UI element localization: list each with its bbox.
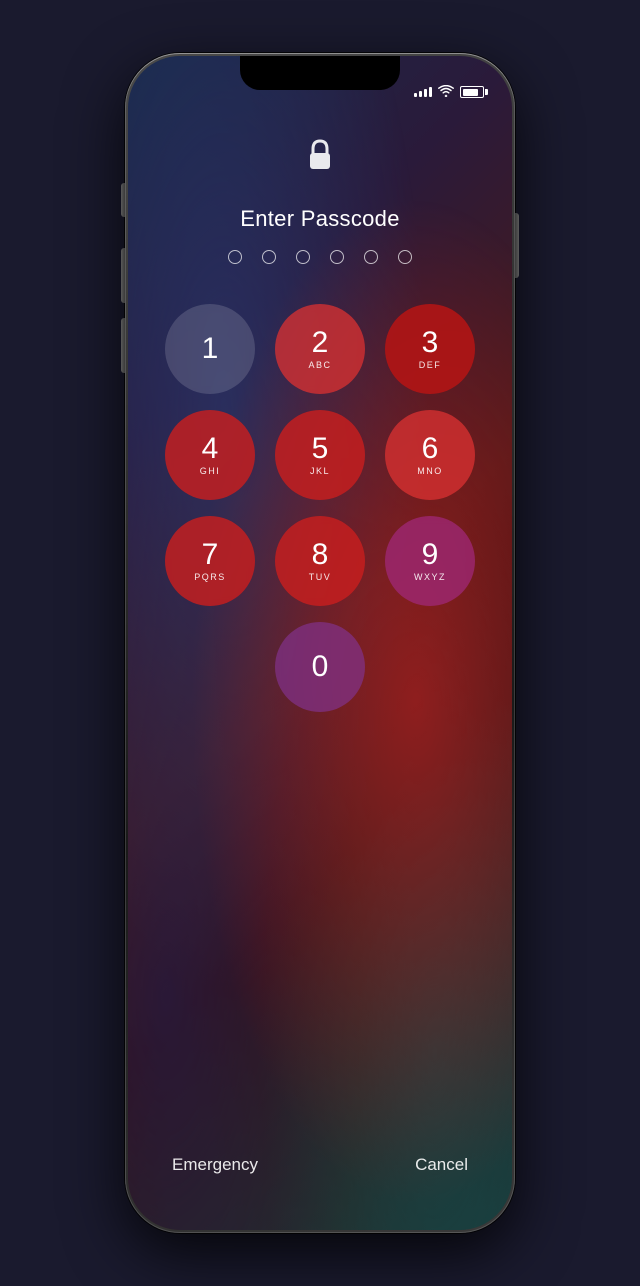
mute-button[interactable] bbox=[121, 183, 125, 217]
signal-icon bbox=[414, 87, 432, 97]
key-4[interactable]: 4 GHI bbox=[165, 410, 255, 500]
lock-icon bbox=[304, 136, 336, 182]
key-3[interactable]: 3 DEF bbox=[385, 304, 475, 394]
status-icons bbox=[414, 84, 484, 100]
key-6[interactable]: 6 MNO bbox=[385, 410, 475, 500]
battery-icon bbox=[460, 86, 484, 98]
lock-section bbox=[304, 136, 336, 182]
volume-down-button[interactable] bbox=[121, 318, 125, 373]
phone-frame: Enter Passcode 1 2 ABC bbox=[125, 53, 515, 1233]
notch bbox=[240, 56, 400, 90]
keypad-row-1: 1 2 ABC 3 DEF bbox=[165, 304, 475, 394]
passcode-dot-5 bbox=[364, 250, 378, 264]
passcode-dot-2 bbox=[262, 250, 276, 264]
phone-screen: Enter Passcode 1 2 ABC bbox=[128, 56, 512, 1230]
passcode-dot-1 bbox=[228, 250, 242, 264]
passcode-dot-6 bbox=[398, 250, 412, 264]
passcode-dots bbox=[228, 250, 412, 264]
screen-content: Enter Passcode 1 2 ABC bbox=[128, 106, 512, 1230]
emergency-button[interactable]: Emergency bbox=[172, 1155, 258, 1175]
key-5[interactable]: 5 JKL bbox=[275, 410, 365, 500]
key-7[interactable]: 7 PQRS bbox=[165, 516, 255, 606]
passcode-dot-4 bbox=[330, 250, 344, 264]
battery-fill bbox=[463, 89, 478, 96]
keypad: 1 2 ABC 3 DEF 4 GHI bbox=[165, 304, 475, 712]
key-0[interactable]: 0 bbox=[275, 622, 365, 712]
wifi-icon bbox=[438, 84, 454, 100]
signal-bar-1 bbox=[414, 93, 417, 97]
passcode-dot-3 bbox=[296, 250, 310, 264]
power-button[interactable] bbox=[515, 213, 519, 278]
key-1[interactable]: 1 bbox=[165, 304, 255, 394]
key-2[interactable]: 2 ABC bbox=[275, 304, 365, 394]
cancel-button[interactable]: Cancel bbox=[415, 1155, 468, 1175]
keypad-row-3: 7 PQRS 8 TUV 9 WXYZ bbox=[165, 516, 475, 606]
signal-bar-3 bbox=[424, 89, 427, 97]
key-9[interactable]: 9 WXYZ bbox=[385, 516, 475, 606]
signal-bar-4 bbox=[429, 87, 432, 97]
signal-bar-2 bbox=[419, 91, 422, 97]
key-8[interactable]: 8 TUV bbox=[275, 516, 365, 606]
bottom-actions: Emergency Cancel bbox=[128, 1155, 512, 1175]
keypad-row-2: 4 GHI 5 JKL 6 MNO bbox=[165, 410, 475, 500]
volume-up-button[interactable] bbox=[121, 248, 125, 303]
passcode-title: Enter Passcode bbox=[240, 206, 400, 232]
keypad-row-0: 0 bbox=[275, 622, 365, 712]
